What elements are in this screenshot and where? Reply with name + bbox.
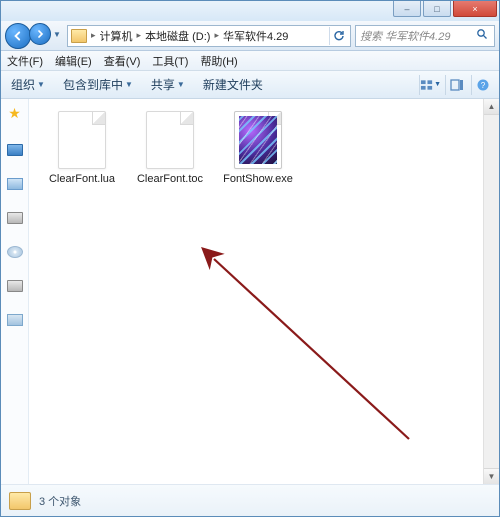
search-icon (476, 28, 490, 43)
help-button[interactable]: ? (471, 75, 493, 95)
explorer-body: ★ ClearFont.lua ClearFont.toc (1, 99, 499, 484)
forward-button[interactable] (29, 23, 51, 45)
share-button[interactable]: 共享▼ (147, 74, 189, 95)
file-grid: ClearFont.lua ClearFont.toc FontShow.exe (29, 99, 499, 197)
minimize-icon: – (404, 4, 409, 14)
desktop-icon[interactable] (7, 144, 23, 156)
refresh-icon (333, 30, 345, 42)
breadcrumb-drive[interactable]: 本地磁盘 (D:) (145, 28, 210, 44)
include-in-library-button[interactable]: 包含到库中▼ (59, 74, 137, 95)
close-button[interactable]: × (453, 1, 497, 17)
drive-icon[interactable] (7, 212, 23, 224)
refresh-button[interactable] (329, 27, 347, 45)
menu-view[interactable]: 查看(V) (104, 53, 141, 69)
newfolder-label: 新建文件夹 (203, 76, 263, 93)
chevron-right-icon: ▸ (214, 30, 219, 41)
annotation-arrow (179, 239, 439, 469)
dvd-icon[interactable] (7, 246, 23, 258)
maximize-icon: □ (434, 4, 439, 14)
vertical-scrollbar[interactable]: ▲ ▼ (483, 99, 499, 484)
view-icon (420, 78, 433, 92)
file-item[interactable]: FontShow.exe (223, 111, 293, 185)
libraries-icon[interactable] (7, 178, 23, 190)
organize-button[interactable]: 组织▼ (7, 74, 49, 95)
folder-icon (71, 29, 87, 43)
scroll-up-icon[interactable]: ▲ (484, 99, 499, 115)
document-icon (146, 111, 194, 169)
view-options-button[interactable]: ▼ (419, 75, 441, 95)
menu-help[interactable]: 帮助(H) (200, 53, 237, 69)
menu-edit[interactable]: 编辑(E) (55, 53, 92, 69)
chevron-down-icon: ▼ (37, 80, 45, 89)
include-label: 包含到库中 (63, 76, 123, 93)
status-bar: 3 个对象 (1, 484, 499, 516)
scroll-down-icon[interactable]: ▼ (484, 468, 499, 484)
chevron-down-icon: ▼ (125, 80, 133, 89)
command-bar: 组织▼ 包含到库中▼ 共享▼ 新建文件夹 ▼ ? (1, 71, 499, 99)
arrow-right-icon (35, 29, 45, 39)
help-icon: ? (476, 78, 490, 92)
address-bar[interactable]: ▸ 计算机 ▸ 本地磁盘 (D:) ▸ 华军软件4.29 (67, 25, 351, 47)
file-name: FontShow.exe (223, 173, 293, 185)
nav-history-dropdown[interactable]: ▼ (51, 23, 63, 47)
network-icon[interactable] (7, 314, 23, 326)
file-name: ClearFont.lua (49, 173, 115, 185)
organize-label: 组织 (11, 76, 35, 93)
arrow-left-icon (12, 30, 24, 42)
minimize-button[interactable]: – (393, 1, 421, 17)
favorites-icon[interactable]: ★ (8, 105, 21, 122)
titlebar: – □ × (1, 1, 499, 21)
document-icon (58, 111, 106, 169)
exe-icon (234, 111, 282, 169)
nav-pane[interactable]: ★ (1, 99, 29, 484)
close-icon: × (472, 4, 477, 14)
explorer-window: – □ × ▼ ▸ 计算机 ▸ 本地磁盘 (D:) ▸ 华军软件4.29 (0, 0, 500, 517)
drive-icon[interactable] (7, 280, 23, 292)
svg-text:?: ? (480, 81, 485, 90)
breadcrumb-folder[interactable]: 华军软件4.29 (223, 28, 288, 44)
nav-buttons: ▼ (5, 23, 63, 49)
back-button[interactable] (5, 23, 31, 49)
chevron-right-icon: ▸ (91, 30, 96, 41)
chevron-down-icon: ▼ (177, 80, 185, 89)
share-label: 共享 (151, 76, 175, 93)
file-name: ClearFont.toc (137, 173, 203, 185)
folder-icon (9, 492, 31, 510)
menu-bar: 文件(F) 编辑(E) 查看(V) 工具(T) 帮助(H) (1, 51, 499, 71)
search-placeholder: 搜索 华军软件4.29 (360, 28, 450, 44)
new-folder-button[interactable]: 新建文件夹 (199, 74, 267, 95)
preview-pane-icon (450, 78, 464, 92)
menu-tools[interactable]: 工具(T) (152, 53, 188, 69)
preview-pane-button[interactable] (445, 75, 467, 95)
maximize-button[interactable]: □ (423, 1, 451, 17)
file-item[interactable]: ClearFont.lua (47, 111, 117, 185)
breadcrumb-computer[interactable]: 计算机 (100, 28, 133, 44)
file-list-pane[interactable]: ClearFont.lua ClearFont.toc FontShow.exe (29, 99, 499, 484)
file-item[interactable]: ClearFont.toc (135, 111, 205, 185)
search-input[interactable]: 搜索 华军软件4.29 (355, 25, 495, 47)
chevron-right-icon: ▸ (137, 30, 142, 41)
status-text: 3 个对象 (39, 493, 81, 509)
menu-file[interactable]: 文件(F) (7, 53, 43, 69)
chevron-down-icon: ▼ (434, 81, 441, 88)
nav-row: ▼ ▸ 计算机 ▸ 本地磁盘 (D:) ▸ 华军软件4.29 搜索 华军软件4.… (1, 21, 499, 51)
